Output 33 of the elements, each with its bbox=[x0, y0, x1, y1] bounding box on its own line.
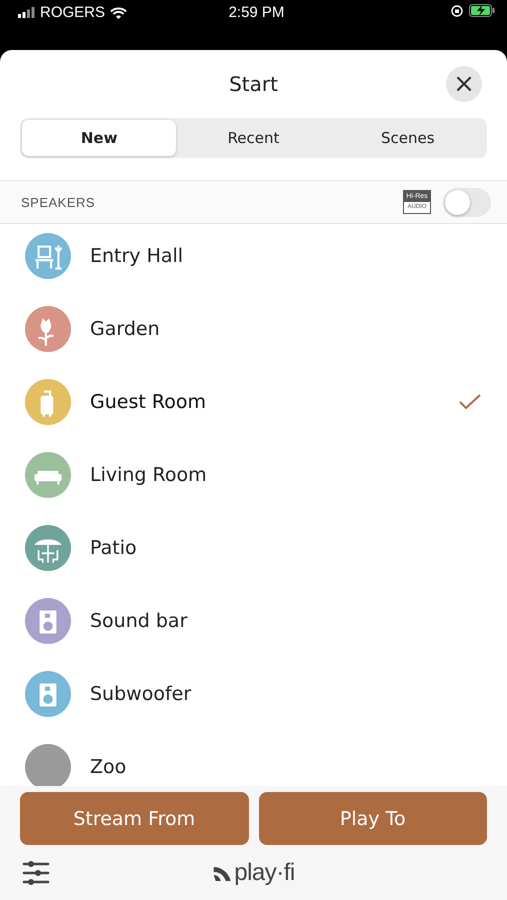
logo-text: play·fi bbox=[234, 858, 295, 886]
speaker-row[interactable]: Entry Hall bbox=[0, 224, 507, 297]
speaker-row[interactable]: Guest Room bbox=[0, 370, 507, 443]
speaker-name: Living Room bbox=[90, 464, 208, 486]
orientation-lock-icon bbox=[451, 4, 463, 16]
signal-icon bbox=[18, 7, 35, 18]
tab[interactable]: Recent bbox=[176, 120, 331, 156]
speaker-name: Subwoofer bbox=[90, 682, 192, 704]
speaker-name: Entry Hall bbox=[90, 244, 184, 266]
settings-sliders-icon[interactable] bbox=[22, 860, 50, 886]
action-button[interactable]: Stream From bbox=[20, 792, 248, 845]
action-button[interactable]: Play To bbox=[258, 792, 487, 845]
speaker-row[interactable]: Zoo bbox=[0, 735, 507, 786]
speaker-name: Guest Room bbox=[90, 390, 207, 412]
close-button[interactable]: × bbox=[446, 66, 482, 102]
sheet-title: Start bbox=[229, 72, 278, 96]
speaker-row[interactable]: Living Room bbox=[0, 443, 507, 516]
speaker-row[interactable]: Subwoofer bbox=[0, 662, 507, 735]
tab[interactable]: Scenes bbox=[330, 120, 485, 156]
speaker-row[interactable]: Patio bbox=[0, 516, 507, 589]
section-title: SPEAKERS bbox=[21, 194, 96, 210]
speaker-name: Zoo bbox=[90, 756, 128, 778]
hires-toggle[interactable] bbox=[443, 188, 491, 216]
wifi-icon bbox=[110, 6, 128, 18]
speaker-name: Garden bbox=[90, 318, 161, 340]
speaker-name: Sound bar bbox=[90, 610, 188, 632]
speaker-name: Patio bbox=[90, 536, 138, 558]
speaker-row[interactable]: Garden bbox=[0, 297, 507, 370]
speaker-row[interactable]: Sound bar bbox=[0, 589, 507, 662]
checkmark-icon bbox=[459, 394, 481, 410]
clock-time: 2:59 PM bbox=[228, 4, 284, 21]
carrier-name: ROGERS bbox=[40, 4, 106, 21]
tab[interactable]: New bbox=[22, 120, 176, 156]
